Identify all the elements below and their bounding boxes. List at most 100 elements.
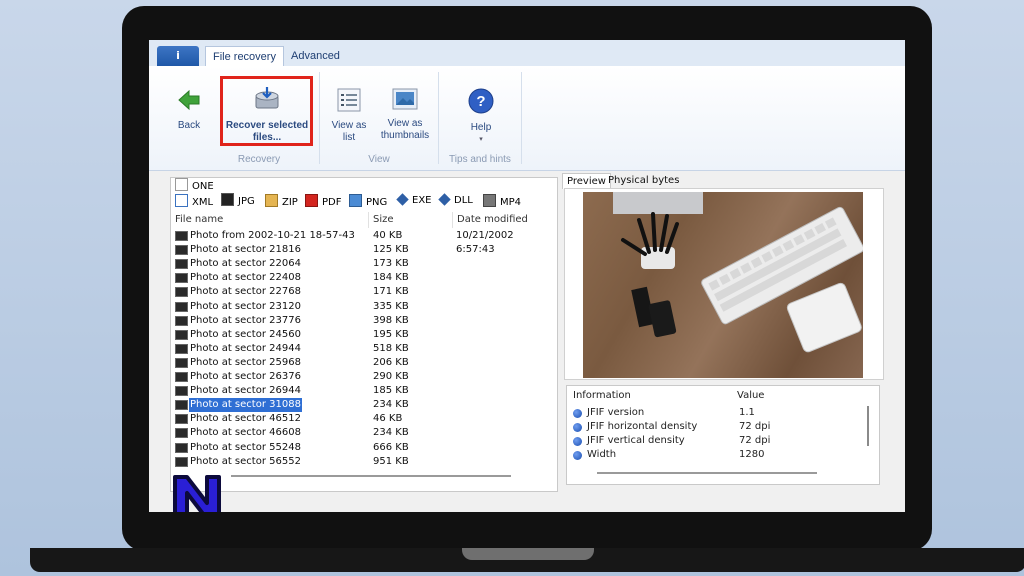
jpg-file-icon [175,386,188,397]
file-list-panel: ONE XML JPG ZIP PDF PNG EXE DLL MP4 File… [170,177,569,492]
value-column-header[interactable]: Value [737,390,764,401]
file-name-cell: Photo at sector 46608 [190,427,301,439]
recover-highlight-box [220,76,313,146]
xml-file-icon [175,194,188,207]
mp4-file-icon [483,194,496,207]
table-row[interactable]: Photo at sector 55248 666 KB [173,441,545,455]
tab-file-recovery[interactable]: File recovery [205,46,284,68]
help-button[interactable]: ? Help ▾ [461,88,501,146]
info-vertical-scrollbar[interactable] [867,406,869,446]
file-name-cell: Photo at sector 25968 [190,356,301,368]
ribbon-separator [319,72,320,164]
jpg-file-icon [175,357,188,368]
zip-file-icon [265,194,278,207]
file-size-cell: 40 KB [373,230,403,241]
file-size-cell: 173 KB [373,258,409,270]
info-column-header[interactable]: Information [573,390,631,401]
table-row[interactable]: Photo at sector 23120 335 KB [173,300,545,314]
column-header-file-name[interactable]: File name [171,212,369,228]
table-row[interactable]: Photo at sector 22064 173 KB [173,257,545,271]
table-row[interactable]: Photo at sector 24560 195 KB [173,328,545,342]
file-size-cell: 195 KB [373,328,409,340]
file-name-cell: Photo at sector 26944 [190,385,301,397]
info-row[interactable]: JFIF version 1.1 [571,406,861,420]
table-row[interactable]: Photo at sector 26944 185 KB [173,384,545,398]
table-row[interactable]: Photo at sector 22408 184 KB [173,271,545,285]
help-label: Help [470,122,492,133]
info-bullet-icon [573,409,582,418]
dll-file-icon [438,193,451,206]
ribbon-tabbar: i File recovery Advanced [149,40,905,68]
back-arrow-icon [178,89,200,111]
table-row[interactable]: Photo at sector 46512 46 KB [173,412,545,426]
file-size-cell: 951 KB [373,455,409,467]
file-icon [175,178,188,191]
table-row[interactable]: Photo at sector 21816 125 KB [173,243,545,257]
file-size-cell: 666 KB [373,441,409,453]
filter-dll[interactable]: DLL [438,193,473,208]
file-size-cell: 234 KB [373,399,409,411]
table-row[interactable]: Photo at sector 26376 290 KB [173,370,545,384]
filter-xml[interactable]: XML [175,194,213,208]
filter-pdf[interactable]: PDF [305,194,341,208]
table-row[interactable]: Photo from 2002-10-21 18-57-43 40 KB 10/21… [173,229,545,255]
exe-file-icon [396,193,409,206]
table-row[interactable]: Photo at sector 24944 518 KB [173,342,545,356]
filter-exe[interactable]: EXE [396,193,432,208]
jpg-file-icon [175,315,188,326]
file-size-cell: 184 KB [373,272,409,284]
table-row[interactable]: Photo at sector 22768 171 KB [173,285,545,299]
file-name-cell: Photo at sector 56552 [190,455,301,467]
file-name-cell: Photo at sector 22768 [190,286,301,298]
file-name-cell: Photo at sector 31088 [189,398,302,413]
jpg-file-icon [175,273,188,284]
info-horizontal-scrollbar[interactable] [597,472,817,474]
file-name-cell: Photo at sector 55248 [190,441,301,453]
table-row[interactable]: Photo at sector 23776 398 KB [173,314,545,328]
view-as-list-label: View as list [331,120,367,143]
back-label: Back [177,120,201,131]
desk-photo-illustration [613,192,863,353]
app-menu-button[interactable]: i [157,46,199,66]
svg-text:?: ? [476,93,485,110]
info-row[interactable]: Width 1280 [571,448,861,462]
filter-mp4[interactable]: MP4 [483,194,521,208]
view-as-thumbnails-label: View as thumbnails [380,118,430,141]
file-name-cell: Photo at sector 24560 [190,328,301,340]
thumbnails-view-icon [392,88,418,110]
info-row[interactable]: JFIF vertical density 72 dpi [571,434,861,448]
filter-jpg[interactable]: JPG [221,193,255,207]
group-label-recovery: Recovery [237,154,281,165]
file-size-cell: 518 KB [373,342,409,354]
jpg-file-icon [221,193,234,206]
column-header-date[interactable]: Date modified [453,212,557,228]
table-row[interactable]: Photo at sector 46608 234 KB [173,426,545,440]
tab-physical-bytes[interactable]: Physical bytes [604,173,683,188]
file-name-cell: Photo at sector 46512 [190,413,301,425]
view-as-thumbnails-button[interactable]: View as thumbnails [377,88,433,142]
list-view-icon [337,88,361,112]
column-header-size[interactable]: Size [369,212,453,228]
filter-one[interactable]: ONE [175,178,214,192]
table-row[interactable]: Photo at sector 56552 951 KB [173,455,545,469]
table-row[interactable]: Photo at sector 31088 234 KB [173,398,545,413]
info-row[interactable]: JFIF horizontal density 72 dpi [571,420,861,434]
tab-advanced[interactable]: Advanced [284,46,347,66]
jpg-file-icon [175,400,188,411]
back-button[interactable]: Back [169,88,209,132]
horizontal-scrollbar[interactable] [231,475,511,477]
jpg-file-icon [175,442,188,453]
file-size-cell: 335 KB [373,300,409,312]
filter-png[interactable]: PNG [349,194,387,208]
help-dropdown-icon[interactable]: ▾ [461,134,501,146]
n-logo-watermark [173,475,221,512]
png-file-icon [349,194,362,207]
info-bullet-icon [573,451,582,460]
file-size-cell: 46 KB [373,413,403,425]
view-as-list-button[interactable]: View as list [329,88,369,144]
preview-panel: Preview Physical bytes Information Value… [562,171,905,512]
preview-photo [583,192,863,378]
table-row[interactable]: Photo at sector 25968 206 KB [173,356,545,370]
filter-zip[interactable]: ZIP [265,194,298,208]
ribbon-separator [438,72,439,164]
